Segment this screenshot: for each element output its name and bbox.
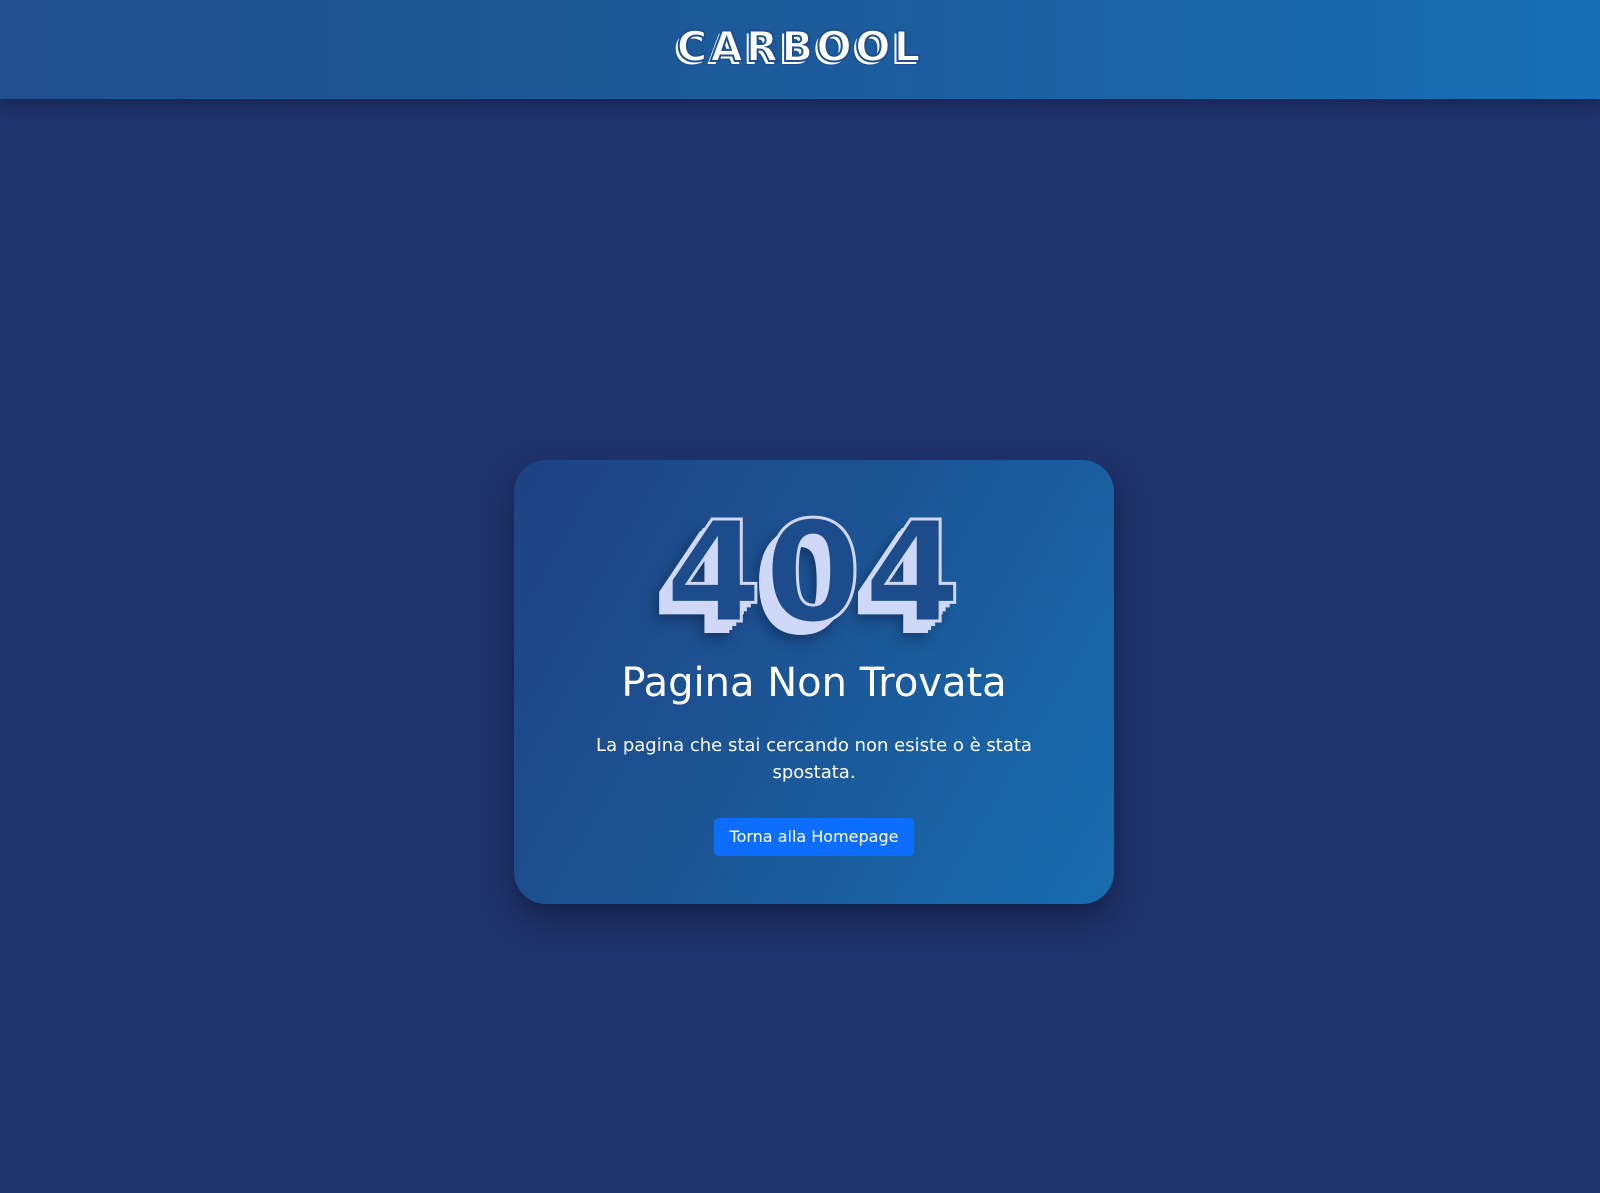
- error-code: 404: [663, 492, 964, 655]
- error-description: La pagina che stai cercando non esiste o…: [596, 735, 1032, 783]
- error-card: 404 Pagina Non Trovata La pagina che sta…: [514, 460, 1114, 904]
- page-title: Pagina Non Trovata: [621, 660, 1007, 706]
- back-to-homepage-button[interactable]: Torna alla Homepage: [714, 818, 914, 856]
- top-header: CARBOOL: [0, 0, 1600, 99]
- brand-logo[interactable]: CARBOOL: [676, 24, 924, 68]
